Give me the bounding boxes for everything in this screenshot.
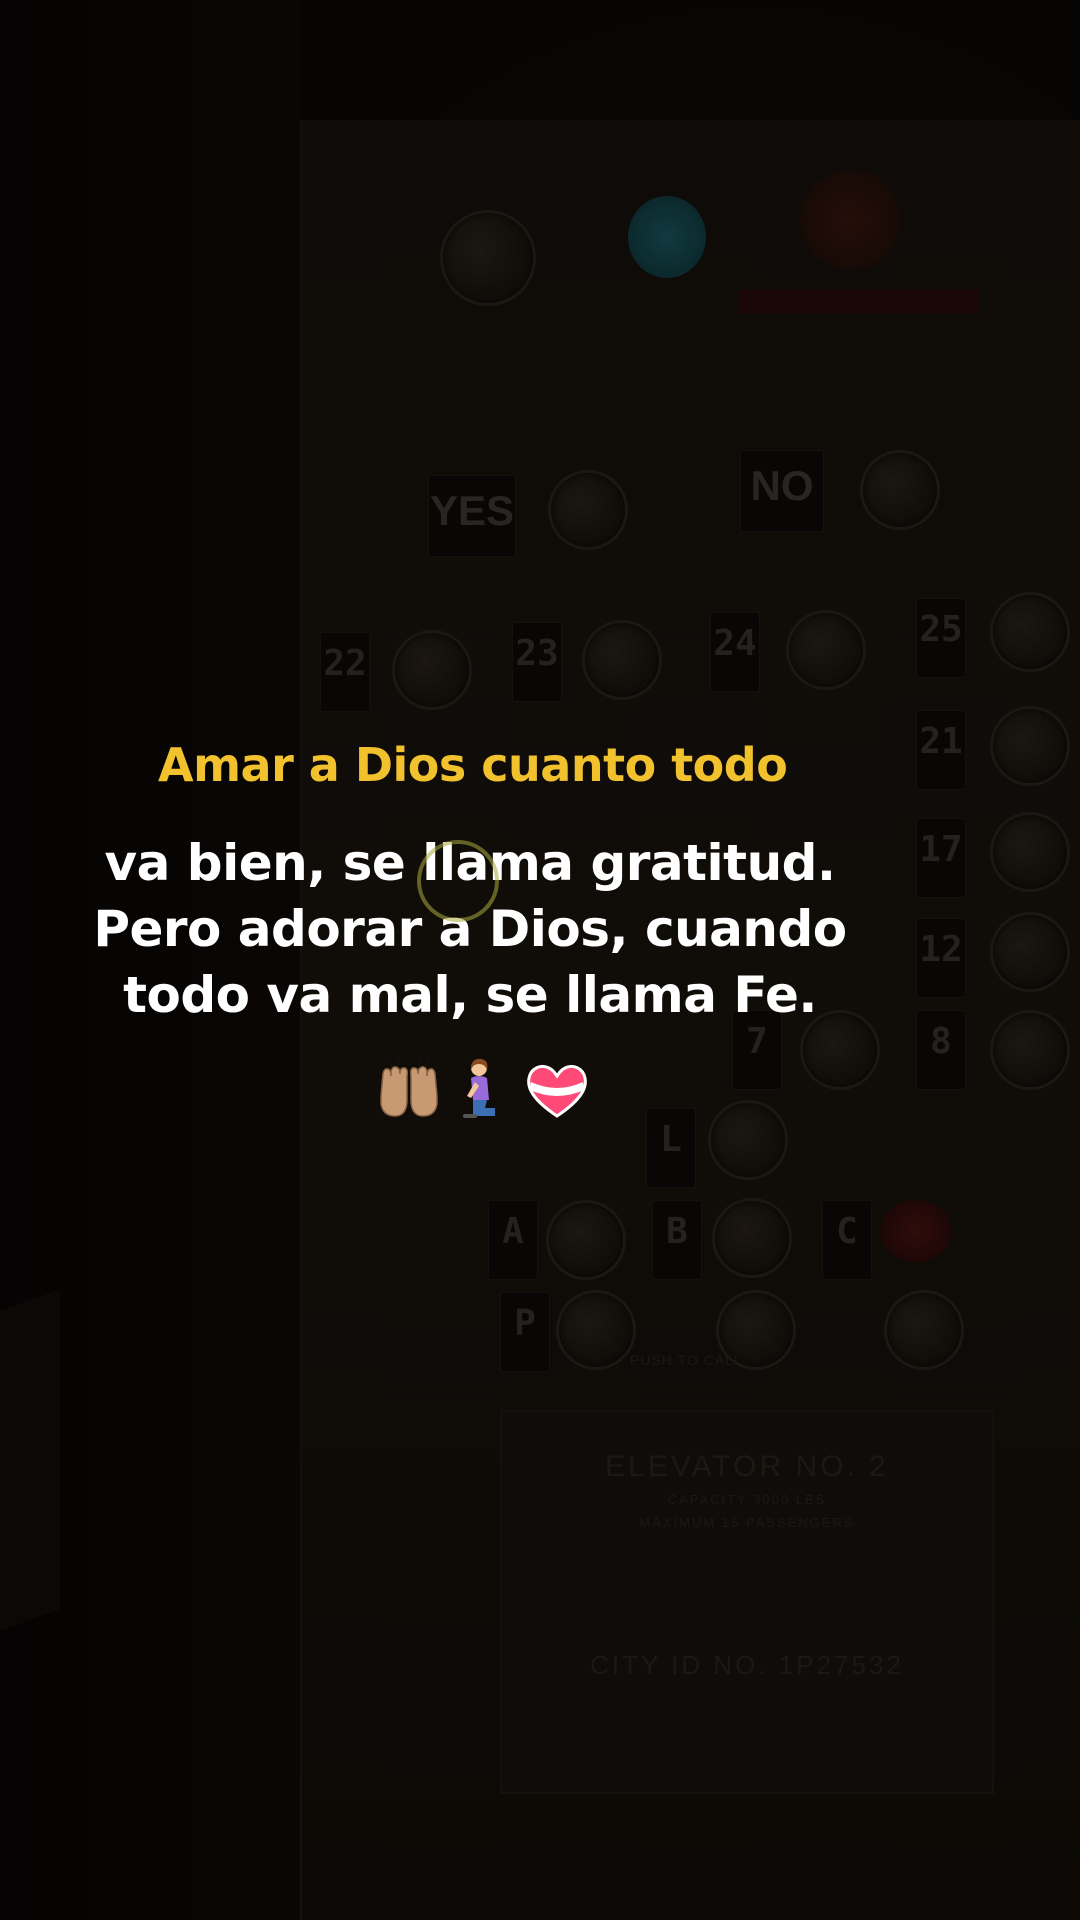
caption-line: todo va mal, se llama Fe. (123, 966, 817, 1024)
emoji-row (375, 1055, 595, 1125)
touch-indicator (417, 840, 499, 922)
story-canvas: YES NO 22 23 24 25 21 17 12 7 8 L A B C … (0, 0, 1080, 1920)
raising-hands-icon (380, 1057, 438, 1117)
woman-kneeling-icon (463, 1058, 495, 1118)
mending-heart-icon (527, 1064, 587, 1118)
caption-highlight: Amar a Dios cuanto todo (158, 738, 788, 792)
